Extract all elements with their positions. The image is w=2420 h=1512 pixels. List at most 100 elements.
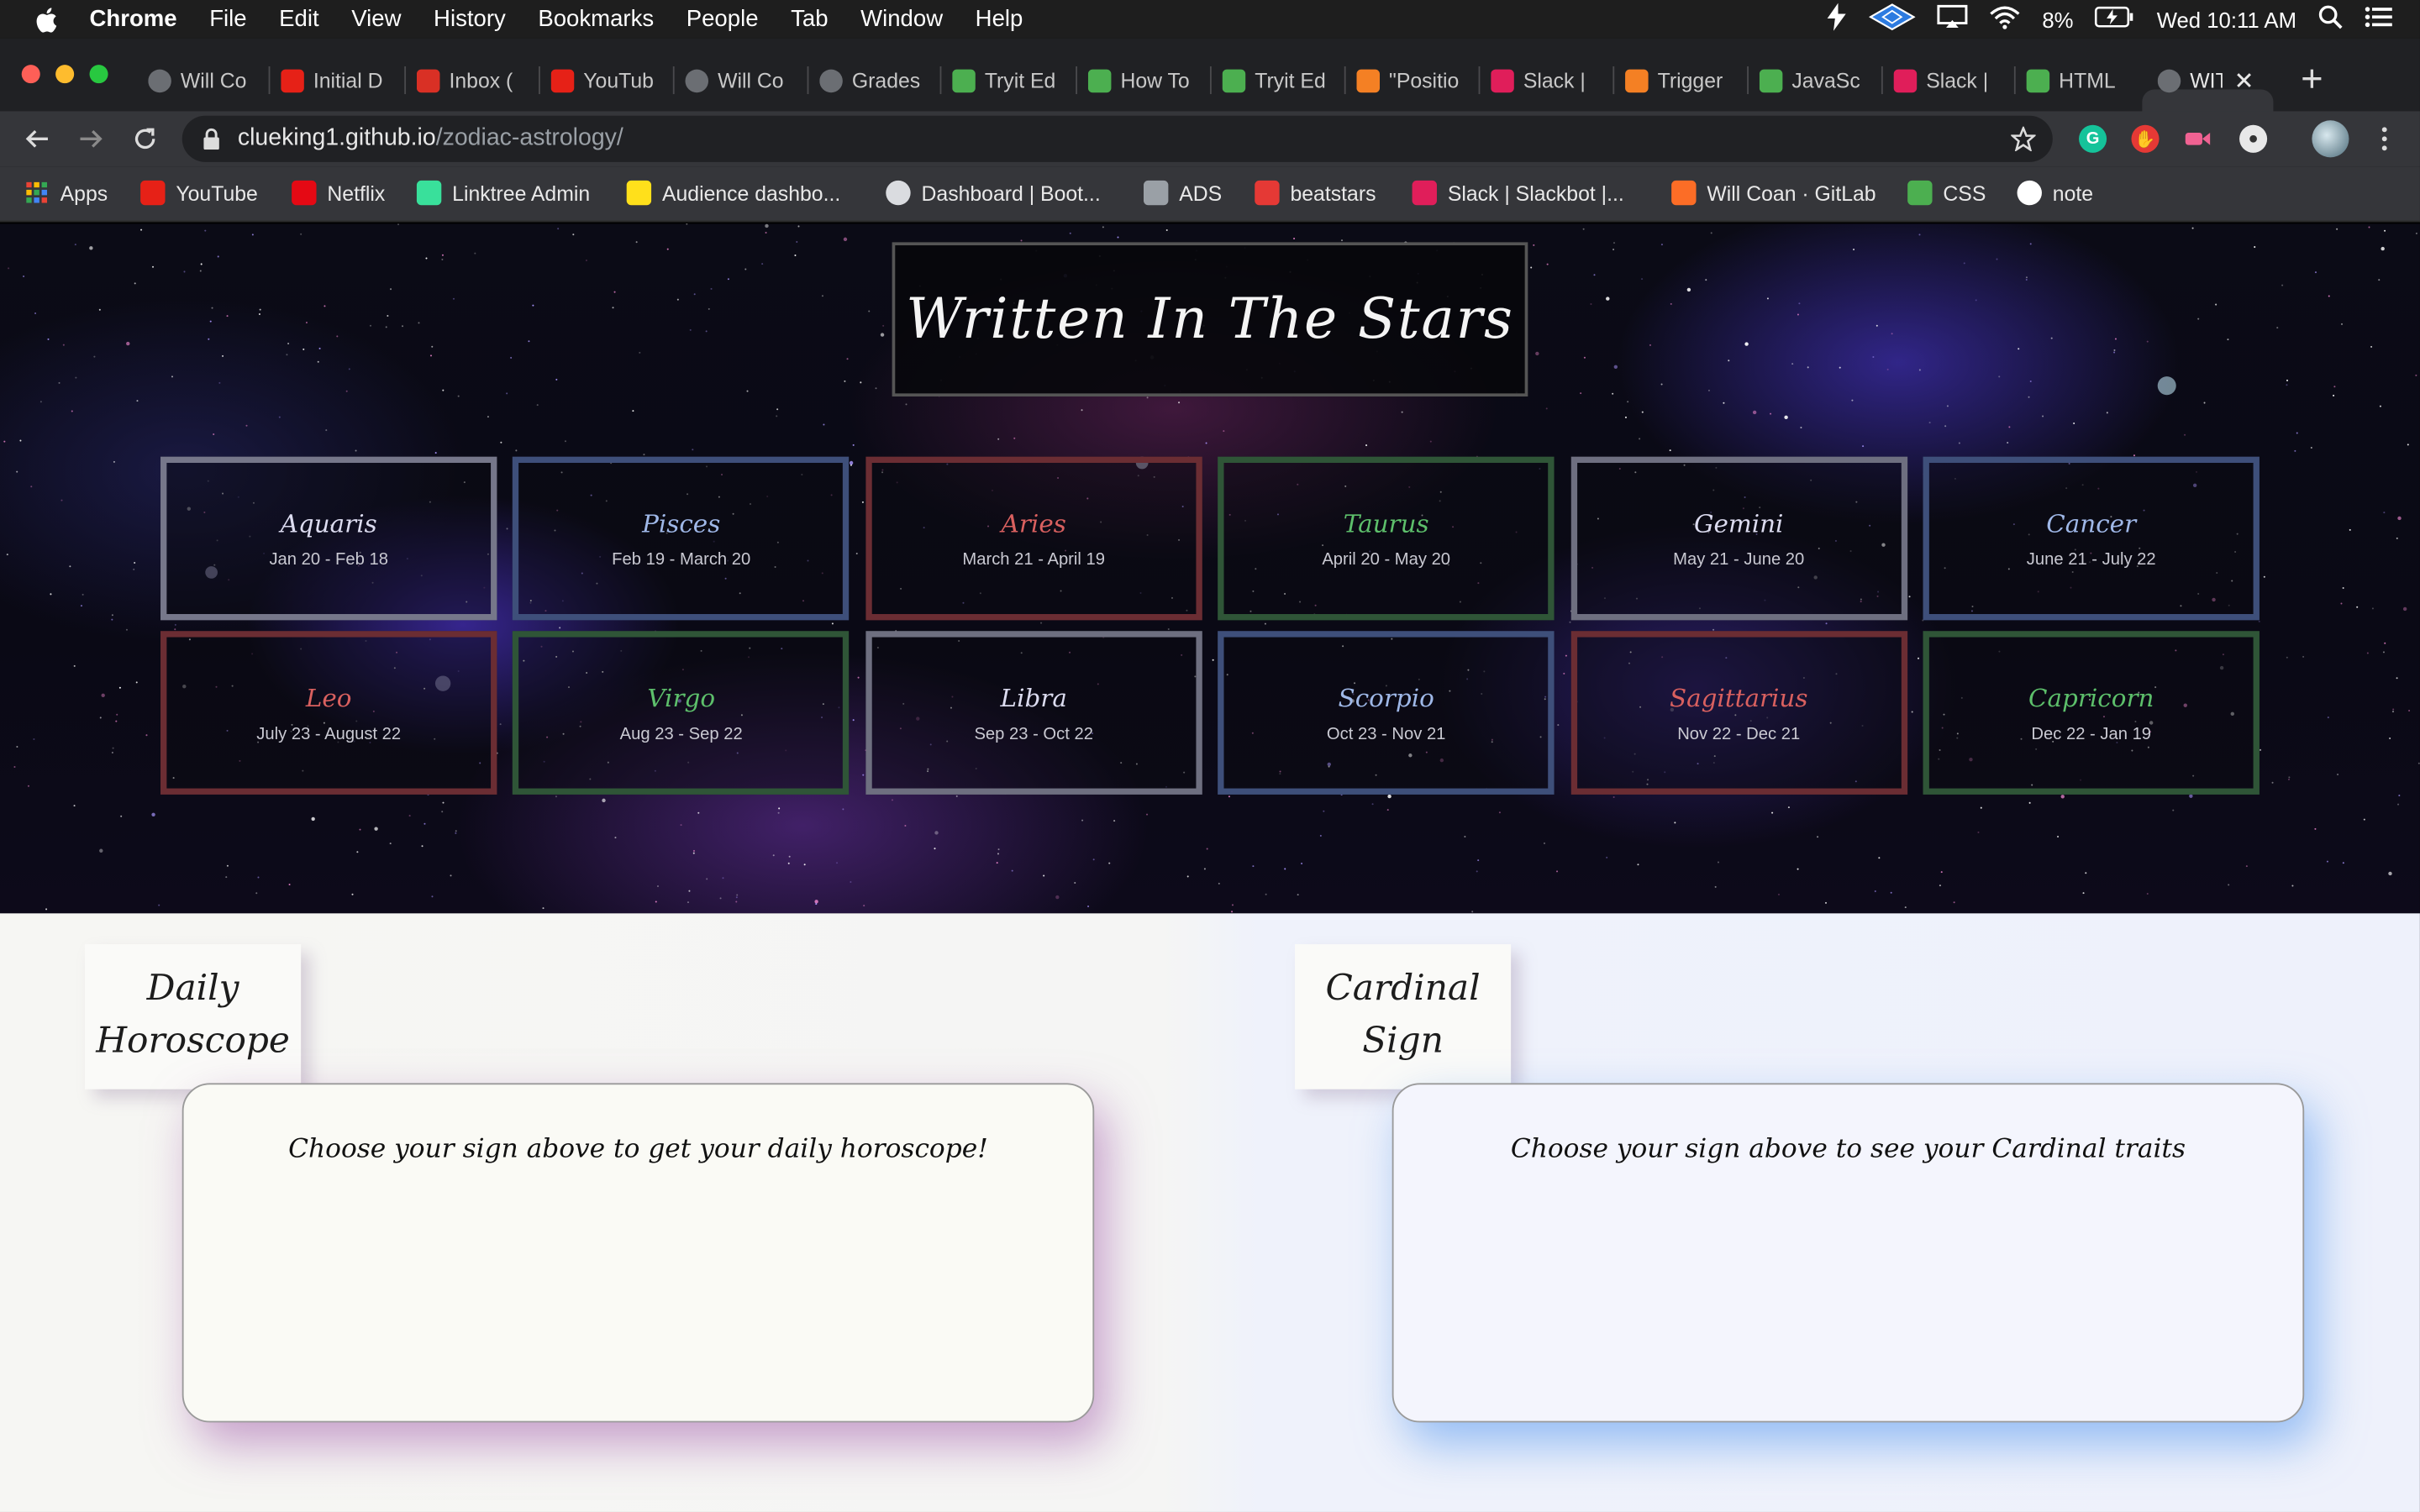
browser-tab[interactable]: Initial D [281,61,392,98]
bookmark-star-icon[interactable] [2009,125,2037,153]
menu-help[interactable]: Help [976,6,1023,32]
url-text[interactable]: clueking1.github.io/zodiac-astrology/ [238,125,623,153]
bookmark-item[interactable]: Dashboard | Boot... [886,177,1101,208]
bookmark-label: beatstars [1290,181,1376,205]
youtube-icon [281,68,304,92]
browser-tab[interactable]: YouTub [550,61,662,98]
zodiac-card-pisces[interactable]: Pisces Feb 19 - March 20 [513,456,850,621]
globe-icon [819,68,843,92]
browser-tab[interactable]: "Positio [1356,61,1467,98]
adblock-extension-icon[interactable]: ✋ [2131,124,2160,153]
menu-chrome[interactable]: Chrome [90,6,177,32]
tab-divider [2013,66,2016,95]
tab-title: Trigger [1657,68,1723,92]
tab-title: Inbox ( [449,68,513,92]
close-window-button[interactable] [21,65,40,84]
zodiac-sign-name: Libra [1000,682,1067,712]
browser-tab[interactable]: Slack | [1893,61,2005,98]
zodiac-card-sagittarius[interactable]: Sagittarius Nov 22 - Dec 21 [1570,631,1907,795]
url-path: /zodiac-astrology/ [435,124,623,151]
bookmark-label: Will Coan · GitLab [1707,181,1876,205]
menu-edit[interactable]: Edit [279,6,318,32]
bookmark-item[interactable]: Netflix [292,177,385,208]
bookmark-label: Netflix [327,181,386,205]
chrome-menu-icon[interactable] [2369,123,2400,155]
zodiac-card-cancer[interactable]: Cancer June 21 - July 22 [1923,456,2260,621]
w3schools-icon [1907,180,1933,206]
browser-tab[interactable]: Will Co [685,61,796,98]
browser-tab[interactable]: Tryit Ed [1222,61,1334,98]
grammarly-extension-icon[interactable]: G [2079,124,2107,153]
arrow-right-icon [80,129,103,148]
notification-center-icon[interactable] [2365,5,2392,33]
bookmark-item[interactable]: CSS [1907,177,1986,208]
profile-avatar[interactable] [2312,120,2349,158]
wifi-icon[interactable] [1990,4,2021,35]
menu-window[interactable]: Window [860,6,943,32]
bookmark-item[interactable]: ADS [1143,177,1222,208]
bookmark-item[interactable]: Linktree Admin [416,177,591,208]
menu-people[interactable]: People [687,6,759,32]
tab-title: Will Co [180,68,247,92]
zodiac-date-range: Feb 19 - March 20 [612,549,751,569]
close-tab-icon[interactable] [2236,61,2260,98]
menubar-status-area: 8% Wed 10:11 AM [1826,0,2392,39]
ghostery-extension-icon[interactable]: ● [2239,124,2268,153]
airplay-icon[interactable] [1937,3,1968,35]
menu-file[interactable]: File [209,6,246,32]
minimize-window-button[interactable] [55,65,75,84]
bookmark-label: Linktree Admin [452,181,591,205]
w3schools-icon [1759,68,1783,92]
spotlight-search-icon[interactable] [2318,4,2343,35]
zodiac-sign-name: Taurus [1343,508,1429,538]
zodiac-card-leo[interactable]: Leo July 23 - August 22 [160,631,497,795]
zodiac-card-virgo[interactable]: Virgo Aug 23 - Sep 22 [513,631,850,795]
apple-menu-icon[interactable] [34,5,67,33]
browser-tab[interactable]: Trigger [1625,61,1736,98]
zodiac-card-scorpio[interactable]: Scorpio Oct 23 - Nov 21 [1218,631,1555,795]
new-tab-button[interactable] [2296,61,2328,98]
cardinal-sign-prompt: Choose your sign above to see your Cardi… [1510,1133,2186,1165]
zoom-window-button[interactable] [89,65,108,84]
zodiac-card-libra[interactable]: Libra Sep 23 - Oct 22 [865,631,1202,795]
bookmark-item[interactable]: beatstars [1255,177,1376,208]
browser-tab[interactable]: Inbox ( [416,61,528,98]
bookmark-item[interactable]: Will Coan · GitLab [1671,177,1876,208]
browser-tab[interactable]: JavaSc [1759,61,1870,98]
clock[interactable]: Wed 10:11 AM [2157,7,2296,31]
lock-icon[interactable] [201,128,223,150]
browser-tab[interactable]: Will Co [148,61,259,98]
menu-tab[interactable]: Tab [791,6,828,32]
bookmark-item[interactable]: note [2017,177,2093,208]
zodiac-card-taurus[interactable]: Taurus April 20 - May 20 [1218,456,1555,621]
forward-button[interactable] [76,123,107,155]
screencast-extension-icon[interactable] [2184,125,2212,153]
zodiac-date-range: Jan 20 - Feb 18 [269,549,388,569]
bookmark-item[interactable]: YouTube [140,177,258,208]
browser-tab[interactable]: Grades [819,61,930,98]
zodiac-card-aries[interactable]: Aries March 21 - April 19 [865,456,1202,621]
menu-view[interactable]: View [351,6,401,32]
bookmark-item[interactable]: Slack | Slackbot |... [1412,177,1624,208]
zodiac-date-range: Aug 23 - Sep 22 [619,724,743,743]
zodiac-card-capricorn[interactable]: Capricorn Dec 22 - Jan 19 [1923,631,2260,795]
w3schools-icon [2026,68,2050,92]
bookmark-item[interactable]: Audience dashbo... [626,177,840,208]
bolt-icon[interactable] [1826,2,1848,36]
address-bar[interactable]: clueking1.github.io/zodiac-astrology/ [182,115,2053,162]
zodiac-card-gemini[interactable]: Gemini May 21 - June 20 [1570,456,1907,621]
youtube-icon [550,68,575,92]
browser-tab[interactable]: WIT [2157,61,2223,98]
browser-tab[interactable]: How To [1087,61,1199,98]
browser-tab[interactable]: Slack | [1491,61,1602,98]
battery-charging-icon[interactable] [2095,5,2135,33]
vpn-diamond-icon[interactable] [1869,3,1917,36]
browser-tab[interactable]: Tryit Ed [952,61,1063,98]
bookmark-item[interactable]: Apps [24,177,108,208]
browser-tab[interactable]: HTML [2026,61,2138,98]
zodiac-card-aquaris[interactable]: Aquaris Jan 20 - Feb 18 [160,456,497,621]
menu-history[interactable]: History [434,6,506,32]
menu-bookmarks[interactable]: Bookmarks [538,6,654,32]
reload-button[interactable] [129,123,160,155]
back-button[interactable] [22,123,53,155]
